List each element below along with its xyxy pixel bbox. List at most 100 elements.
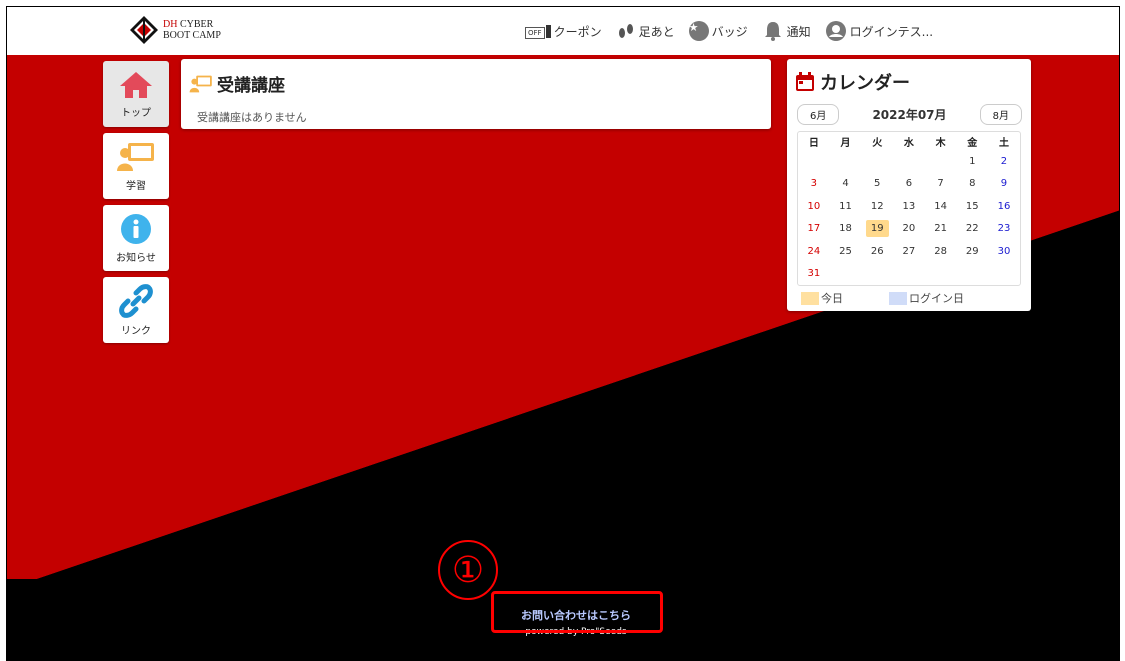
- logo[interactable]: DH CYBER BOOT CAMP: [129, 15, 221, 45]
- notice-link[interactable]: 通知: [762, 20, 811, 42]
- calendar-week: 17 18 19 20 21 22 23: [798, 218, 1020, 241]
- star-badge-icon: ★: [688, 21, 709, 41]
- weekday-label: 土: [998, 137, 1009, 149]
- calendar-icon: [796, 72, 814, 91]
- calendar-day[interactable]: 15: [956, 201, 988, 212]
- calendar-day[interactable]: 29: [956, 246, 988, 257]
- calendar-day[interactable]: 14: [925, 201, 957, 212]
- sidebar-item-label: お知らせ: [116, 252, 156, 264]
- calendar-week: 24 25 26 27 28 29 30: [798, 240, 1020, 263]
- calendar-day[interactable]: 24: [798, 246, 830, 257]
- calendar-day[interactable]: 18: [830, 223, 862, 234]
- home-icon: [120, 71, 152, 98]
- calendar-day[interactable]: 9: [988, 178, 1020, 189]
- calendar-day[interactable]: 6: [893, 178, 925, 189]
- highlight-box: [491, 591, 663, 633]
- calendar-day[interactable]: 21: [925, 223, 957, 234]
- footer: お問い合わせはこちら powered by Pro"Seeds: [491, 591, 663, 637]
- calendar-week: 31: [798, 263, 1020, 286]
- legend-today-label: 今日: [821, 292, 843, 305]
- calendar-legend: 今日 ログイン日: [801, 290, 964, 306]
- calendar-day[interactable]: 20: [893, 223, 925, 234]
- annotation-marker: ①: [438, 540, 498, 600]
- sidebar-item-news[interactable]: お知らせ: [103, 205, 169, 271]
- next-month-button[interactable]: 8月: [979, 104, 1022, 125]
- footprint-label: 足あと: [638, 24, 675, 39]
- calendar-day[interactable]: 30: [988, 246, 1020, 257]
- calendar-day[interactable]: 4: [830, 178, 862, 189]
- course-empty-message: 受講講座はありません: [197, 111, 307, 124]
- calendar-week: 3 4 5 6 7 8 9: [798, 173, 1020, 196]
- calendar-day[interactable]: 25: [830, 246, 862, 257]
- user-menu[interactable]: ログインテス...: [825, 20, 933, 42]
- calendar-day[interactable]: 2: [988, 156, 1020, 167]
- legend-today-swatch: [801, 291, 819, 305]
- sidebar-item-study[interactable]: 学習: [103, 133, 169, 199]
- weekday-label: 月: [840, 137, 851, 149]
- calendar-day[interactable]: 31: [798, 268, 830, 279]
- user-name: ログインテス...: [849, 24, 934, 39]
- badge-link[interactable]: ★ バッジ: [688, 21, 748, 41]
- calendar-day[interactable]: 16: [988, 201, 1020, 212]
- legend-login-label: ログイン日: [909, 292, 964, 305]
- app-frame: DH CYBER BOOT CAMP OFF クーポン 足あと ★ バッジ 通知…: [6, 6, 1120, 661]
- calendar-day[interactable]: 28: [925, 246, 957, 257]
- teacher-board-icon: [117, 142, 154, 171]
- sidebar-item-label: トップ: [121, 107, 151, 119]
- calendar-day[interactable]: 22: [956, 223, 988, 234]
- coupon-badge: OFF: [525, 27, 545, 39]
- calendar-day[interactable]: 8: [956, 178, 988, 189]
- calendar-title-label: カレンダー: [820, 73, 910, 94]
- coupon-label: クーポン: [553, 24, 602, 39]
- prev-month-button[interactable]: 6月: [797, 104, 840, 125]
- calendar-day[interactable]: 3: [798, 178, 830, 189]
- header: DH CYBER BOOT CAMP OFF クーポン 足あと ★ バッジ 通知…: [7, 7, 1119, 55]
- header-nav: OFF クーポン 足あと ★ バッジ 通知 ログインテス...: [525, 20, 947, 42]
- legend-login-swatch: [889, 291, 907, 305]
- user-avatar-icon: [825, 21, 846, 41]
- coupon-icon: OFF: [525, 24, 551, 39]
- link-icon: [119, 283, 153, 318]
- course-title-label: 受講講座: [217, 76, 285, 96]
- sidebar-item-top[interactable]: トップ: [103, 61, 169, 127]
- weekday-label: 水: [903, 137, 914, 149]
- weekday-label: 木: [935, 137, 946, 149]
- calendar-week: 1 2: [798, 150, 1020, 173]
- calendar-nav: 6月 2022年07月 8月: [797, 104, 1022, 125]
- sidebar: トップ 学習 お知らせ リンク: [103, 61, 169, 349]
- calendar-day[interactable]: 23: [988, 223, 1020, 234]
- logo-mark-icon: [130, 16, 158, 44]
- footprint-link[interactable]: 足あと: [616, 21, 675, 41]
- sidebar-item-links[interactable]: リンク: [103, 277, 169, 343]
- calendar-day[interactable]: 17: [798, 223, 830, 234]
- weekday-label: 火: [872, 137, 883, 149]
- weekday-label: 日: [808, 137, 819, 149]
- logo-line1: CYBER: [179, 19, 214, 30]
- calendar-day[interactable]: 5: [861, 178, 893, 189]
- weekday-header: 日 月 火 水 木 金 土: [798, 132, 1020, 150]
- calendar-day[interactable]: 12: [861, 201, 893, 212]
- sidebar-item-label: リンク: [121, 325, 151, 337]
- course-title: 受講講座: [189, 71, 285, 96]
- notice-label: 通知: [786, 24, 811, 39]
- coupon-link[interactable]: OFF クーポン: [525, 23, 602, 40]
- calendar-title: カレンダー: [795, 69, 910, 95]
- calendar-week: 10 11 12 13 14 15 16: [798, 195, 1020, 218]
- today-label: 19: [865, 220, 889, 238]
- calendar-grid: 日 月 火 水 木 金 土 1 2 3 4 5 6 7 8 9 10 11 12…: [797, 131, 1021, 286]
- bell-icon: [764, 22, 781, 41]
- logo-line2: BOOT CAMP: [163, 30, 221, 41]
- calendar-day[interactable]: 11: [830, 201, 862, 212]
- calendar-day[interactable]: 10: [798, 201, 830, 212]
- calendar-day[interactable]: 13: [893, 201, 925, 212]
- info-icon: [121, 213, 151, 244]
- sidebar-item-label: 学習: [126, 180, 146, 192]
- calendar-day-today[interactable]: 19: [861, 220, 893, 238]
- calendar-day[interactable]: 27: [893, 246, 925, 257]
- calendar-panel: カレンダー 6月 2022年07月 8月 日 月 火 水 木 金 土 1 2 3…: [787, 59, 1031, 311]
- calendar-day[interactable]: 26: [861, 246, 893, 257]
- current-month: 2022年07月: [872, 108, 947, 122]
- calendar-day[interactable]: 1: [956, 156, 988, 167]
- teacher-board-icon: [189, 75, 212, 92]
- calendar-day[interactable]: 7: [925, 178, 957, 189]
